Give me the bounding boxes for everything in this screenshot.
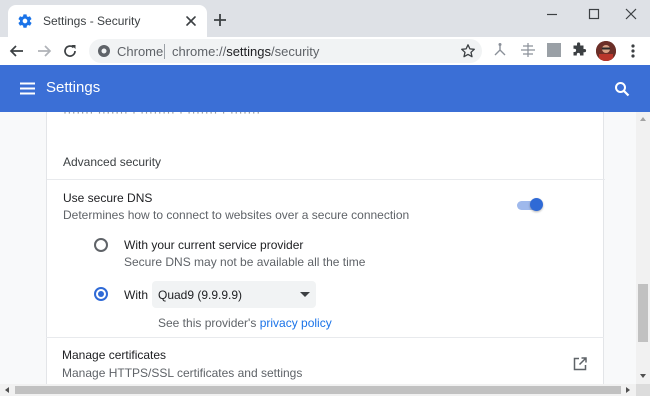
extension-grid-icon[interactable] [520, 42, 536, 58]
option-current-provider-description: Secure DNS may not be available all the … [124, 255, 366, 269]
radio-custom-provider[interactable] [94, 287, 108, 301]
back-arrow-icon[interactable] [8, 42, 26, 60]
extension-square-icon[interactable] [546, 42, 562, 58]
close-icon[interactable] [184, 14, 198, 28]
url-text: chrome://settings/security [172, 44, 320, 59]
vertical-scrollbar-thumb[interactable] [638, 284, 648, 342]
hamburger-icon[interactable] [20, 82, 35, 95]
option-current-provider-title: With your current service provider [124, 238, 304, 252]
more-vert-icon[interactable] [627, 41, 639, 61]
secure-dns-title: Use secure DNS [63, 191, 153, 205]
dropdown-arrow-icon [300, 292, 310, 297]
omnibox-separator [164, 44, 165, 59]
chrome-icon [98, 45, 110, 57]
horizontal-scrollbar-thumb[interactable] [15, 386, 621, 394]
scroll-up-arrow-icon[interactable] [640, 117, 646, 121]
extension-network-icon[interactable] [492, 42, 508, 58]
option-custom-label: With [124, 288, 148, 302]
manage-certificates-title: Manage certificates [62, 348, 167, 362]
maximize-icon[interactable] [584, 6, 604, 22]
secure-dns-toggle[interactable] [517, 198, 543, 212]
bookmark-star-icon[interactable] [460, 43, 476, 59]
scroll-right-arrow-icon[interactable] [626, 387, 630, 393]
scrollbar-corner [636, 384, 650, 396]
vertical-scrollbar[interactable] [636, 112, 650, 384]
window-close-icon[interactable] [621, 6, 641, 22]
privacy-policy-link[interactable]: privacy policy [260, 316, 332, 330]
divider [47, 179, 605, 180]
address-bar[interactable]: Chrome chrome://settings/security [89, 39, 482, 63]
provider-select[interactable]: Quad9 (9.9.9.9) [152, 281, 316, 308]
profile-picture-icon [596, 41, 616, 61]
reload-icon[interactable] [61, 42, 79, 60]
page-title: Settings [46, 79, 101, 96]
search-icon[interactable] [614, 81, 630, 97]
provider-select-value: Quad9 (9.9.9.9) [158, 288, 243, 302]
open-in-new-icon[interactable] [572, 356, 588, 372]
secure-dns-description: Determines how to connect to websites ov… [63, 208, 410, 222]
tab-settings-security[interactable]: Settings - Security [8, 5, 207, 37]
manage-certificates-row[interactable]: Manage certificates Manage HTTPS/SSL cer… [46, 338, 604, 384]
clipped-previous-text: ······· ······· · ········ · ······· · ·… [63, 112, 261, 119]
settings-header: Settings [0, 65, 650, 112]
radio-current-provider[interactable] [94, 238, 108, 252]
toggle-knob [530, 198, 543, 211]
puzzle-icon[interactable] [571, 42, 587, 58]
horizontal-scrollbar[interactable] [0, 384, 650, 396]
tab-title: Settings - Security [43, 14, 141, 28]
manage-certificates-description: Manage HTTPS/SSL certificates and settin… [62, 366, 303, 380]
scroll-down-arrow-icon[interactable] [640, 374, 646, 378]
browser-toolbar: Chrome chrome://settings/security [0, 37, 650, 65]
avatar[interactable] [596, 41, 616, 61]
section-title-advanced-security: Advanced security [63, 155, 162, 169]
forward-arrow-icon[interactable] [35, 42, 53, 60]
site-chip: Chrome [117, 44, 164, 59]
gear-icon [18, 14, 32, 28]
minimize-icon[interactable] [542, 6, 562, 22]
new-tab-icon[interactable] [213, 13, 227, 27]
scroll-left-arrow-icon[interactable] [5, 387, 9, 393]
tab-strip: Settings - Security [0, 0, 650, 37]
settings-content: ······· ······· · ········ · ······· · ·… [0, 112, 636, 384]
provider-note: See this provider's privacy policy [158, 316, 332, 330]
